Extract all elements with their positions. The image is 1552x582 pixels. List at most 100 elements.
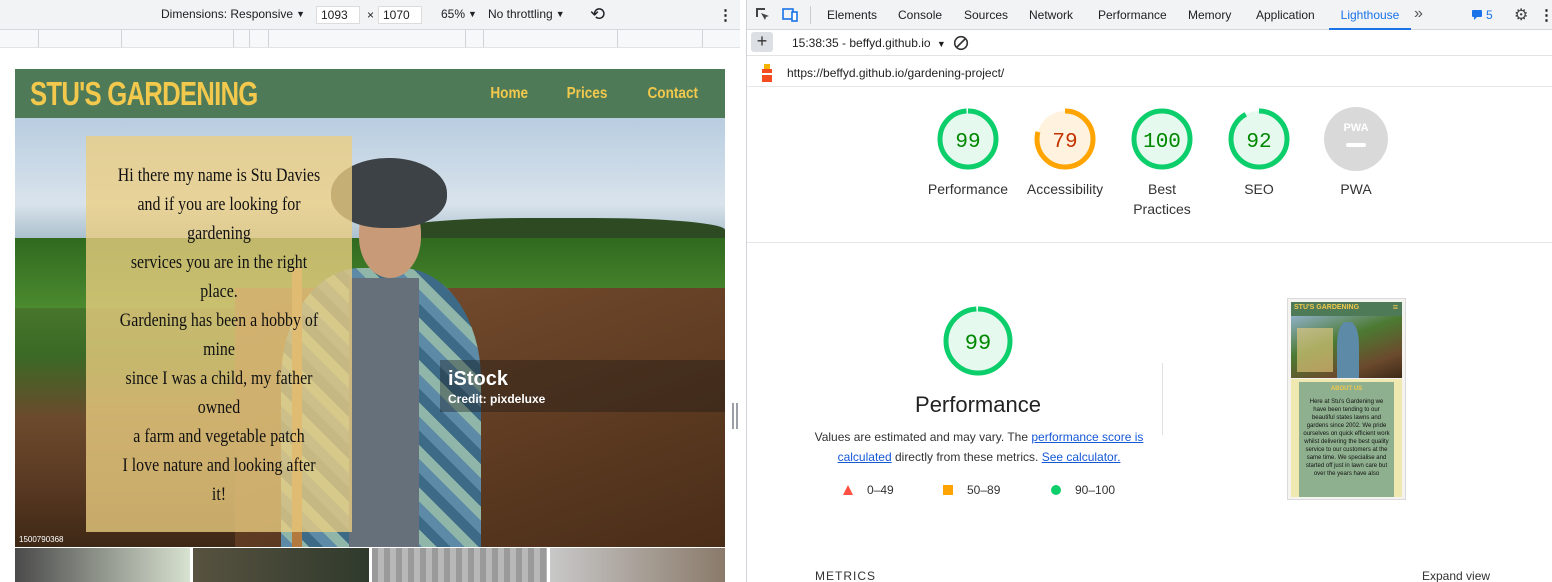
device-emulation-pane: Dimensions: Responsive ▼ 1093 × 1070 65%…: [0, 0, 740, 582]
throttling-dropdown[interactable]: No throttling ▼: [488, 7, 565, 21]
device-toolbar: Dimensions: Responsive ▼ 1093 × 1070 65%…: [0, 0, 740, 30]
gauge-ring: 92: [1228, 108, 1290, 170]
tab-performance[interactable]: Performance: [1098, 0, 1167, 30]
tab-sources[interactable]: Sources: [964, 0, 1008, 30]
gallery-image: [549, 548, 725, 582]
gauge-performance[interactable]: 99 Performance: [918, 106, 1018, 199]
tab-network[interactable]: Network: [1029, 0, 1073, 30]
gauge-label: Best Practices: [1133, 181, 1191, 217]
lighthouse-icon: [762, 64, 772, 82]
gauge-label: PWA: [1340, 181, 1372, 197]
score-summary: 99 Performance 79 Accessibility 100 Best…: [747, 88, 1552, 243]
nav-home[interactable]: Home: [490, 85, 528, 103]
throttling-label: No throttling: [488, 7, 553, 21]
issues-badge[interactable]: 5: [1471, 8, 1493, 22]
inspect-element-icon[interactable]: [755, 7, 771, 23]
svg-text:99: 99: [965, 331, 991, 356]
tab-lighthouse[interactable]: Lighthouse: [1329, 0, 1411, 30]
intro-text: Hi there my name is Stu Davies and if yo…: [117, 166, 321, 505]
svg-text:92: 92: [1246, 131, 1271, 154]
performance-title: Performance: [915, 392, 1041, 417]
dimensions-label: Dimensions: Responsive: [161, 7, 294, 21]
caret-down-icon: ▼: [555, 9, 565, 19]
rotate-icon[interactable]: ⟲: [590, 4, 605, 25]
performance-big-gauge: 99: [941, 304, 1015, 381]
score-legend: 0–49 50–89 90–100: [843, 483, 1115, 497]
performance-section: 99 Performance Values are estimated and …: [747, 243, 1552, 582]
caret-down-icon: ▼: [468, 9, 477, 19]
performance-description: Values are estimated and may vary. The p…: [814, 430, 1144, 464]
see-calculator-link[interactable]: See calculator.: [1042, 450, 1121, 464]
tab-elements[interactable]: Elements: [827, 0, 877, 30]
report-url[interactable]: https://beffyd.github.io/gardening-proje…: [787, 66, 1004, 80]
height-input[interactable]: 1070: [378, 6, 422, 24]
mini-hero: [1291, 316, 1402, 378]
svg-text:100: 100: [1143, 131, 1181, 154]
hero-image: iStock Credit: pixdeluxe 1500790368 Hi t…: [15, 118, 725, 547]
triangle-icon: [843, 485, 853, 495]
legend-pass: 90–100: [1051, 483, 1115, 497]
tab-application[interactable]: Application: [1256, 0, 1315, 30]
watermark-logo: iStock: [448, 368, 509, 390]
mini-logo: STU'S GARDENING: [1294, 304, 1360, 311]
pwa-badge-icon: PWA: [1324, 107, 1388, 171]
legend-average: 50–89: [943, 483, 1051, 497]
zoom-dropdown[interactable]: 65% ▼: [441, 7, 477, 21]
report-selector[interactable]: 15:38:35 - beffyd.github.io ▼: [792, 36, 946, 50]
screen: Dimensions: Responsive ▼ 1093 × 1070 65%…: [0, 0, 1552, 582]
more-options-icon[interactable]: ⋮: [718, 6, 733, 24]
emulated-page: STU'S GARDENING Home Prices Contact iSto…: [15, 69, 725, 582]
gauge-seo[interactable]: 92 SEO: [1209, 106, 1309, 199]
metrics-heading: METRICS: [815, 569, 876, 582]
tab-memory[interactable]: Memory: [1188, 0, 1231, 30]
nav-prices[interactable]: Prices: [567, 85, 608, 103]
resize-handle[interactable]: [732, 403, 738, 429]
gauge-label: SEO: [1244, 181, 1274, 197]
gauge-pwa[interactable]: PWA PWA: [1306, 106, 1406, 199]
more-options-icon[interactable]: ⋮: [1539, 6, 1552, 24]
intro-text-box: Hi there my name is Stu Davies and if yo…: [86, 136, 352, 532]
svg-text:79: 79: [1052, 131, 1077, 154]
times-sign: ×: [367, 8, 375, 22]
site-nav: Home Prices Contact: [455, 85, 703, 103]
gallery-strip: [15, 548, 725, 582]
mini-text: Here at Stu's Gardening we have been ten…: [1303, 399, 1390, 477]
legend-fail: 0–49: [843, 483, 943, 497]
mini-about-box: ABOUT US Here at Stu's Gardening we have…: [1299, 382, 1394, 497]
site-logo[interactable]: STU'S GARDENING: [30, 75, 258, 113]
media-query-ruler[interactable]: [0, 30, 740, 48]
tab-console[interactable]: Console: [898, 0, 942, 30]
gauge-label: Accessibility: [1026, 181, 1104, 197]
settings-gear-icon[interactable]: ⚙: [1514, 5, 1528, 25]
dimensions-dropdown[interactable]: Dimensions: Responsive ▼: [161, 7, 305, 21]
expand-view-toggle[interactable]: Expand view: [1422, 569, 1490, 582]
gauge-ring: 99: [937, 108, 999, 170]
section-separator: [1162, 363, 1163, 435]
gauge-best-practices[interactable]: 100 Best Practices: [1112, 106, 1212, 219]
issues-count: 5: [1486, 8, 1493, 22]
width-input[interactable]: 1093: [316, 6, 360, 24]
gauge-ring: 100: [1131, 108, 1193, 170]
report-url-row: https://beffyd.github.io/gardening-proje…: [747, 57, 1552, 87]
final-screenshot-thumbnail[interactable]: STU'S GARDENING ≡ ABOUT US Here at Stu's…: [1287, 298, 1406, 500]
gallery-image: [15, 548, 191, 582]
site-header: STU'S GARDENING Home Prices Contact: [15, 69, 725, 118]
gauge-ring: 99: [943, 306, 1013, 376]
gauge-accessibility[interactable]: 79 Accessibility: [1015, 106, 1115, 199]
nav-contact[interactable]: Contact: [648, 85, 699, 103]
clear-icon[interactable]: [953, 35, 969, 51]
device-toggle-icon[interactable]: [782, 7, 798, 23]
gallery-image: [193, 548, 369, 582]
new-report-button[interactable]: +: [751, 32, 773, 52]
svg-text:PWA: PWA: [1343, 122, 1368, 134]
svg-text:99: 99: [955, 131, 980, 154]
hamburger-icon: ≡: [1392, 302, 1398, 312]
gauge-ring: 79: [1034, 108, 1096, 170]
devtools-tab-bar: Elements Console Sources Network Perform…: [747, 0, 1552, 30]
gallery-image: [371, 548, 547, 582]
devtools-panel: Elements Console Sources Network Perform…: [747, 0, 1552, 582]
gauge-label: Performance: [927, 181, 1009, 197]
zoom-label: 65%: [441, 7, 466, 21]
more-tabs-icon[interactable]: »: [1414, 5, 1423, 23]
square-icon: [943, 485, 953, 495]
